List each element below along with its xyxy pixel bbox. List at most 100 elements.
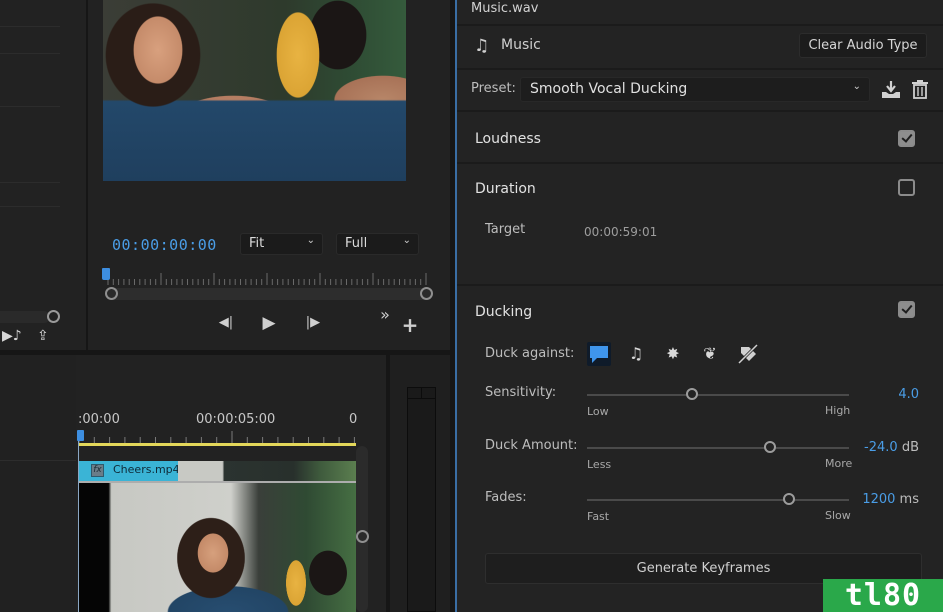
fades-slider-thumb[interactable]: [782, 493, 795, 505]
fades-label: Fades:: [485, 490, 527, 505]
monitor-zoom-scrollbar[interactable]: [108, 288, 428, 300]
zoom-level-select[interactable]: Fit ⌄: [240, 233, 323, 255]
target-duration-value[interactable]: 00:00:59:01: [584, 225, 657, 239]
timeline-playhead[interactable]: [77, 430, 84, 441]
divider: [457, 68, 943, 70]
fades-min-label: Fast: [587, 510, 610, 523]
duck-amount-label: Duck Amount:: [485, 438, 578, 453]
duck-against-dialogue-icon[interactable]: [587, 342, 611, 366]
duck-against-ambience-icon[interactable]: ❦: [698, 342, 722, 366]
chevron-down-icon: ⌄: [306, 235, 315, 246]
timeline-time-label: :00:00: [78, 412, 120, 427]
preset-label: Preset:: [471, 81, 516, 96]
divider: [457, 162, 943, 164]
duck-amount-max-label: More: [825, 457, 853, 470]
fx-badge-icon: fx: [91, 464, 104, 477]
step-forward-button[interactable]: |▶: [303, 313, 323, 333]
music-note-icon: ♫: [474, 36, 490, 56]
divider: [457, 110, 943, 112]
timeline-time-label: 0: [349, 412, 358, 427]
sensitivity-slider-track[interactable]: [587, 394, 849, 396]
essential-sound-panel: Music.wav ♫ Music Clear Audio Type Prese…: [455, 0, 943, 612]
timeline-time-label: 00:00:05:00: [196, 412, 276, 427]
automate-to-sequence-icon[interactable]: ▶♪: [2, 327, 22, 345]
timeline-vertical-scrollbar[interactable]: [356, 446, 368, 612]
duration-checkbox[interactable]: [898, 179, 915, 196]
track-divider: [0, 460, 76, 461]
duck-amount-value[interactable]: -24.0 dB: [864, 440, 919, 455]
clip-name: Cheers.mp4: [113, 463, 180, 476]
audio-meter: [407, 387, 436, 612]
preset-value: Smooth Vocal Ducking: [530, 81, 688, 97]
project-row[interactable]: [0, 53, 60, 54]
program-monitor-frame: [103, 0, 406, 181]
save-preset-icon[interactable]: [881, 80, 901, 98]
duck-against-sfx-icon[interactable]: ✸: [661, 342, 685, 366]
fades-slider-track[interactable]: [587, 499, 849, 501]
sensitivity-slider-thumb[interactable]: [685, 388, 698, 400]
timeline-playhead-line: [78, 441, 79, 612]
step-back-button[interactable]: ◀|: [216, 313, 236, 333]
zoom-level-value: Fit: [249, 236, 265, 251]
audio-type-label: Music: [501, 37, 541, 53]
sensitivity-max-label: High: [825, 404, 851, 417]
sensitivity-value-number: 4.0: [898, 387, 919, 402]
target-label: Target: [485, 222, 526, 237]
duration-section-title[interactable]: Duration: [475, 181, 536, 197]
chevron-down-icon: ⌄: [852, 81, 861, 92]
monitor-playhead[interactable]: [102, 268, 110, 280]
duck-amount-slider-thumb[interactable]: [764, 441, 777, 453]
delete-preset-icon[interactable]: [911, 79, 929, 99]
play-button[interactable]: ▶: [259, 313, 279, 333]
playback-resolution-value: Full: [345, 236, 368, 251]
divider: [457, 24, 943, 26]
ducking-checkbox[interactable]: [898, 301, 915, 318]
project-row[interactable]: [0, 206, 60, 207]
playback-resolution-select[interactable]: Full ⌄: [336, 233, 419, 255]
program-monitor: 00:00:00:00 Fit ⌄ Full ⌄ ◀| ▶ |▶ » +: [88, 0, 450, 350]
more-controls-button[interactable]: »: [377, 305, 393, 325]
duck-against-untagged-icon[interactable]: [736, 342, 760, 366]
work-area-bar[interactable]: [78, 443, 356, 446]
zoom-slider-thumb[interactable]: [47, 310, 60, 323]
chevron-down-icon: ⌄: [402, 235, 411, 246]
ducking-section-title[interactable]: Ducking: [475, 304, 532, 320]
fades-max-label: Slow: [825, 509, 851, 522]
video-clip[interactable]: [78, 483, 356, 612]
loudness-section-title[interactable]: Loudness: [475, 131, 541, 147]
project-row[interactable]: [0, 182, 60, 183]
scrollbar-left-handle[interactable]: [105, 287, 118, 300]
fades-value[interactable]: 1200 ms: [862, 492, 919, 507]
export-icon[interactable]: ⇪: [37, 327, 49, 345]
divider: [457, 284, 943, 286]
clear-audio-type-button[interactable]: Clear Audio Type: [799, 33, 927, 58]
duck-amount-value-unit: dB: [897, 440, 919, 455]
site-watermark-logo: tl80: [823, 579, 943, 612]
track-headers: [0, 355, 76, 612]
sensitivity-label: Sensitivity:: [485, 385, 557, 400]
button-editor-button[interactable]: +: [401, 315, 419, 335]
timeline-panel: :00:00 00:00:05:00 0 fx Cheers.mp4: [0, 355, 386, 612]
project-row[interactable]: [0, 106, 60, 107]
duck-against-music-icon[interactable]: ♫: [624, 342, 648, 366]
project-panel: ▶♪ ⇪: [0, 0, 86, 350]
clip-thumbnail-strip[interactable]: [178, 461, 356, 481]
monitor-time-ruler[interactable]: [106, 272, 428, 286]
fades-value-unit: ms: [895, 492, 919, 507]
fades-value-number: 1200: [862, 492, 896, 507]
duck-amount-slider-track[interactable]: [587, 447, 849, 449]
project-row[interactable]: [0, 26, 60, 27]
preset-select[interactable]: Smooth Vocal Ducking ⌄: [520, 77, 870, 102]
playhead-timecode[interactable]: 00:00:00:00: [112, 236, 217, 254]
scrollbar-handle[interactable]: [356, 530, 369, 543]
loudness-checkbox[interactable]: [898, 130, 915, 147]
clip-file-name: Music.wav: [471, 1, 539, 16]
meter-divider: [421, 387, 422, 399]
scrollbar-right-handle[interactable]: [420, 287, 433, 300]
sensitivity-min-label: Low: [587, 405, 609, 418]
sensitivity-value[interactable]: 4.0: [898, 387, 919, 402]
video-clip-header[interactable]: fx Cheers.mp4: [78, 461, 180, 481]
duck-amount-value-number: -24.0: [864, 440, 898, 455]
premiere-workspace: ▶♪ ⇪ 00:00:00:00 Fit ⌄ Full ⌄ ◀| ▶ |▶ » …: [0, 0, 943, 612]
zoom-slider-track[interactable]: [0, 311, 50, 323]
